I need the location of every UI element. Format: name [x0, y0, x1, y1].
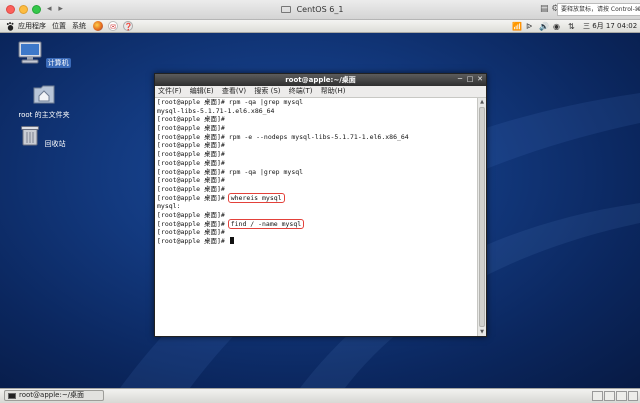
- menu-places[interactable]: 位置: [52, 21, 66, 32]
- shell-prompt: [root@apple 桌面]#: [157, 176, 229, 185]
- trash-icon: [21, 126, 40, 146]
- terminal-line: [root@apple 桌面]# find / -name mysql: [157, 218, 477, 229]
- scroll-up-icon[interactable]: ▲: [478, 98, 486, 106]
- taskbar-item-terminal[interactable]: root@apple:~/桌面: [4, 390, 104, 401]
- text-cursor: [229, 237, 234, 244]
- desktop-icon-label: root 的主文件夹: [18, 111, 70, 119]
- menu-system[interactable]: 系统: [72, 21, 86, 32]
- menu-edit[interactable]: 编辑(E): [190, 87, 214, 95]
- terminal-line: [root@apple 桌面]#: [157, 185, 477, 194]
- menu-search[interactable]: 搜索 (S): [254, 87, 280, 95]
- release-mouse-notice: 要释放鼠标，请按 Control-⌘: [557, 3, 640, 16]
- minimize-icon[interactable]: ─: [456, 75, 464, 83]
- bluetooth-icon[interactable]: ᐉ: [526, 21, 532, 32]
- terminal-output[interactable]: [root@apple 桌面]# rpm -qa |grep mysql mysq…: [155, 98, 477, 336]
- shell-prompt: [root@apple 桌面]#: [157, 210, 229, 219]
- shell-prompt: [root@apple 桌面]#: [157, 124, 229, 133]
- shell-prompt: [root@apple 桌面]#: [157, 158, 229, 167]
- command-text: rpm -qa |grep mysql: [228, 98, 304, 106]
- workspace-2[interactable]: [604, 391, 615, 401]
- shell-prompt: [root@apple 桌面]#: [157, 115, 229, 124]
- shell-prompt: [root@apple 桌面]#: [157, 98, 229, 106]
- terminal-line: [root@apple 桌面]# rpm -qa |grep mysql: [157, 168, 477, 177]
- terminal-title: root@apple:~/桌面: [285, 76, 356, 84]
- command-output: mysql-libs-5.1.71-1.el6.x86_64: [157, 106, 275, 115]
- terminal-line: mysql:: [157, 202, 477, 211]
- terminal-icon: [8, 393, 16, 399]
- terminal-line: [root@apple 桌面]# rpm -qa |grep mysql: [157, 98, 477, 107]
- workspace-1[interactable]: [592, 391, 603, 401]
- shell-prompt: [root@apple 桌面]#: [157, 228, 229, 237]
- network-status-icon[interactable]: ⇅: [568, 21, 575, 32]
- shell-prompt: [root@apple 桌面]#: [157, 237, 229, 245]
- desktop-icon-label: 回收站: [44, 140, 66, 148]
- gnome-top-panel: 应用程序 位置 系统 ✉ ❓ 📶 ᐉ 🔊 ◉ ⇅ 三 6月 17 04:02: [0, 20, 640, 33]
- host-window-titlebar: ◂ ▸ CentOS 6_1 ▤ ⚙ 要释放鼠标，请按 Control-⌘: [0, 0, 640, 20]
- volume-icon[interactable]: 🔊: [539, 21, 549, 32]
- desktop-icon-label: 计算机: [45, 58, 71, 68]
- terminal-line: [root@apple 桌面]#: [157, 150, 477, 159]
- terminal-line: [root@apple 桌面]# whereis mysql: [157, 192, 477, 203]
- panel-clock[interactable]: 三 6月 17 04:02: [583, 21, 637, 32]
- gnome-foot-icon: [6, 22, 14, 31]
- terminal-line: [root@apple 桌面]#: [157, 228, 477, 237]
- maximize-icon[interactable]: □: [466, 75, 474, 83]
- terminal-line: [root@apple 桌面]#: [157, 211, 477, 220]
- command-text: rpm -e --nodeps mysql-libs-5.1.71-1.el6.…: [228, 132, 409, 141]
- network-icon[interactable]: 📶: [512, 21, 522, 32]
- terminal-line: [root@apple 桌面]#: [157, 159, 477, 168]
- terminal-line: [root@apple 桌面]#: [157, 237, 477, 246]
- firefox-icon[interactable]: [93, 21, 103, 31]
- shell-prompt: [root@apple 桌面]#: [157, 150, 229, 159]
- menu-file[interactable]: 文件(F): [158, 87, 182, 95]
- shell-prompt: [root@apple 桌面]#: [157, 193, 229, 202]
- terminal-line: [root@apple 桌面]#: [157, 124, 477, 133]
- gnome-bottom-panel: root@apple:~/桌面: [0, 388, 640, 403]
- scroll-down-icon[interactable]: ▼: [478, 328, 486, 336]
- shell-prompt: [root@apple 桌面]#: [157, 219, 229, 228]
- desktop-icon-trash[interactable]: 回收站: [9, 124, 79, 149]
- scrollbar-thumb[interactable]: [479, 107, 485, 327]
- highlighted-command: whereis mysql: [227, 192, 285, 203]
- terminal-line: [root@apple 桌面]#: [157, 115, 477, 124]
- command-text: rpm -qa |grep mysql: [228, 167, 304, 176]
- menu-terminal[interactable]: 终端(T): [289, 87, 313, 95]
- home-folder-icon: [33, 85, 55, 104]
- command-output: mysql:: [157, 202, 181, 211]
- terminal-titlebar[interactable]: root@apple:~/桌面 ─ □ ✕: [155, 74, 486, 86]
- menu-help[interactable]: 帮助(H): [321, 87, 346, 95]
- computer-icon: [18, 41, 42, 64]
- highlighted-command: find / -name mysql: [227, 218, 305, 229]
- taskbar-item-label: root@apple:~/桌面: [19, 391, 85, 399]
- shell-prompt: [root@apple 桌面]#: [157, 132, 229, 141]
- close-icon[interactable]: ✕: [476, 75, 484, 83]
- desktop-icon-computer[interactable]: 计算机: [9, 41, 79, 68]
- terminal-scrollbar[interactable]: ▲ ▼: [477, 98, 486, 336]
- menu-applications[interactable]: 应用程序: [18, 21, 46, 32]
- workspace-3[interactable]: [616, 391, 627, 401]
- desktop-icon-home-folder[interactable]: root 的主文件夹: [9, 83, 79, 120]
- terminal-line: [root@apple 桌面]#: [157, 141, 477, 150]
- help-icon[interactable]: ❓: [123, 21, 133, 31]
- workspace-4[interactable]: [628, 391, 638, 401]
- user-icon[interactable]: ◉: [553, 21, 560, 32]
- terminal-line: [root@apple 桌面]#: [157, 176, 477, 185]
- menu-view[interactable]: 查看(V): [222, 87, 246, 95]
- shell-prompt: [root@apple 桌面]#: [157, 167, 229, 176]
- shell-prompt: [root@apple 桌面]#: [157, 184, 229, 193]
- terminal-menubar: 文件(F) 编辑(E) 查看(V) 搜索 (S) 终端(T) 帮助(H): [155, 86, 486, 98]
- mail-icon[interactable]: ✉: [108, 21, 118, 31]
- desktop: 计算机 root 的主文件夹 回收站 root@apple:~/桌面 ─ □ ✕…: [0, 33, 640, 388]
- shell-prompt: [root@apple 桌面]#: [157, 141, 229, 150]
- terminal-window[interactable]: root@apple:~/桌面 ─ □ ✕ 文件(F) 编辑(E) 查看(V) …: [154, 73, 487, 337]
